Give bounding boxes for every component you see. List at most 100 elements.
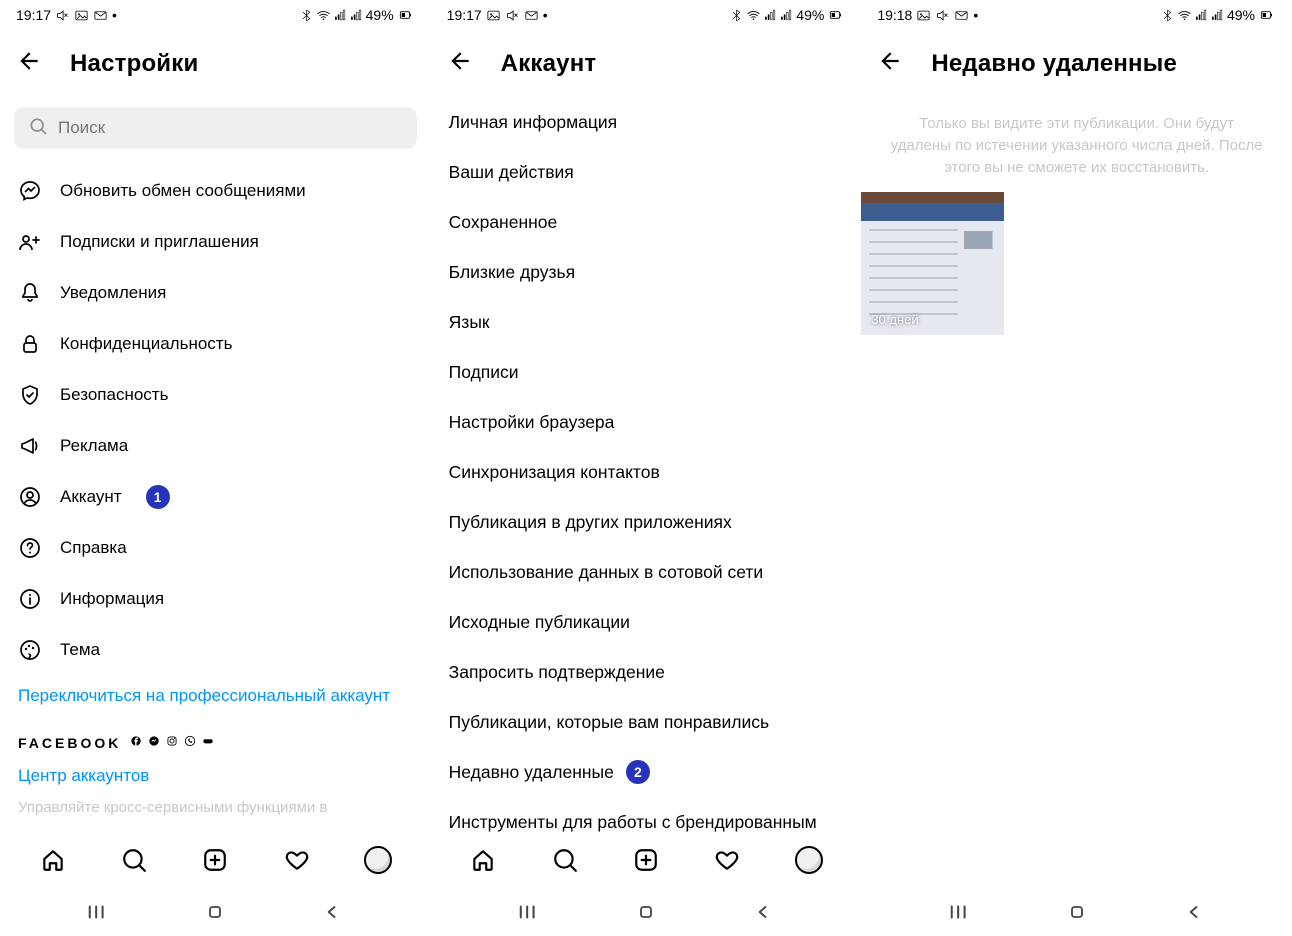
account-item[interactable]: Исходные публикации — [449, 597, 844, 647]
search-icon — [28, 116, 48, 141]
system-nav — [0, 888, 431, 936]
nav-search[interactable] — [543, 838, 587, 882]
search-input[interactable] — [58, 118, 403, 138]
account-item[interactable]: Ваши действия — [449, 147, 844, 197]
nav-add[interactable] — [624, 838, 668, 882]
settings-item-account[interactable]: Аккаунт 1 — [18, 471, 413, 522]
account-item-label: Сохраненное — [449, 212, 558, 233]
account-item-label: Недавно удаленные — [449, 762, 614, 783]
header: Настройки — [0, 30, 431, 97]
account-item-label: Инструменты для работы с брендированным — [449, 812, 817, 833]
nav-search[interactable] — [112, 838, 156, 882]
gmail-icon — [93, 8, 108, 23]
account-item[interactable]: Недавно удаленные 2 — [449, 747, 844, 797]
account-item[interactable]: Настройки браузера — [449, 397, 844, 447]
follow-icon — [18, 230, 42, 254]
sys-home[interactable] — [616, 896, 676, 928]
account-item[interactable]: Использование данных в сотовой сети — [449, 547, 844, 597]
help-icon — [18, 536, 42, 560]
mute-icon — [935, 8, 950, 23]
sys-recents[interactable] — [499, 896, 559, 928]
account-item-label: Публикация в других приложениях — [449, 512, 732, 533]
search-box[interactable] — [14, 107, 417, 149]
deleted-item[interactable]: 30 дней — [861, 192, 1004, 335]
nav-add[interactable] — [193, 838, 237, 882]
bluetooth-icon — [1161, 9, 1174, 22]
page-title: Аккаунт — [501, 50, 597, 78]
account-item-label: Публикации, которые вам понравились — [449, 712, 769, 733]
menu-item-label: Подписки и приглашения — [60, 232, 259, 252]
info-icon — [18, 587, 42, 611]
nav-profile[interactable] — [356, 838, 400, 882]
header: Аккаунт — [431, 30, 862, 97]
system-nav — [431, 888, 862, 936]
nav-profile[interactable] — [787, 838, 831, 882]
signal-icon — [780, 9, 793, 22]
account-item[interactable]: Публикация в других приложениях — [449, 497, 844, 547]
sys-back[interactable] — [733, 896, 793, 928]
menu-item-label: Безопасность — [60, 385, 168, 405]
settings-item-palette[interactable]: Тема — [18, 624, 413, 675]
settings-item-bell[interactable]: Уведомления — [18, 267, 413, 318]
nav-activity[interactable] — [705, 838, 749, 882]
page-title: Недавно удаленные — [931, 50, 1177, 78]
battery-percent: 49% — [366, 7, 394, 23]
sys-home[interactable] — [1047, 896, 1107, 928]
settings-item-messenger[interactable]: Обновить обмен сообщениями — [18, 165, 413, 216]
sys-recents[interactable] — [930, 896, 990, 928]
step-badge: 2 — [626, 760, 650, 784]
screen-account: 19:17 • 49% Аккаунт Личная информацияВаш… — [431, 0, 862, 936]
settings-item-info[interactable]: Информация — [18, 573, 413, 624]
accounts-center-link[interactable]: Центр аккаунтов — [0, 761, 431, 796]
settings-item-lock[interactable]: Конфиденциальность — [18, 318, 413, 369]
sys-home[interactable] — [185, 896, 245, 928]
sys-back[interactable] — [302, 896, 362, 928]
switch-professional-link[interactable]: Переключиться на профессиональный аккаун… — [0, 675, 431, 716]
account-item-label: Близкие друзья — [449, 262, 575, 283]
bluetooth-icon — [300, 9, 313, 22]
shield-icon — [18, 383, 42, 407]
account-item[interactable]: Сохраненное — [449, 197, 844, 247]
battery-icon — [827, 7, 843, 23]
screen-settings: 19:17 • 49% Настройки Обновить обмен соо… — [0, 0, 431, 936]
sys-back[interactable] — [1164, 896, 1224, 928]
account-item-label: Исходные публикации — [449, 612, 630, 633]
back-button[interactable] — [447, 48, 473, 79]
bluetooth-icon — [730, 9, 743, 22]
wifi-icon — [1177, 8, 1192, 23]
settings-item-follow[interactable]: Подписки и приглашения — [18, 216, 413, 267]
nav-activity[interactable] — [275, 838, 319, 882]
screen-recently-deleted: 19:18 • 49% Недавно удаленные Только вы … — [861, 0, 1292, 936]
account-item[interactable]: Запросить подтверждение — [449, 647, 844, 697]
back-button[interactable] — [16, 48, 42, 79]
status-bar: 19:17 • 49% — [431, 0, 862, 30]
nav-home[interactable] — [461, 838, 505, 882]
whatsapp-icon — [183, 734, 197, 753]
account-item[interactable]: Публикации, которые вам понравились — [449, 697, 844, 747]
settings-list: Обновить обмен сообщениями Подписки и пр… — [0, 165, 431, 675]
bottom-nav — [0, 832, 431, 888]
sys-recents[interactable] — [68, 896, 128, 928]
messenger-icon — [147, 734, 161, 753]
account-item[interactable]: Язык — [449, 297, 844, 347]
menu-item-label: Аккаунт — [60, 487, 122, 507]
back-button[interactable] — [877, 48, 903, 79]
messenger-icon — [18, 179, 42, 203]
nav-home[interactable] — [31, 838, 75, 882]
status-time: 19:17 — [16, 7, 51, 23]
account-item[interactable]: Близкие друзья — [449, 247, 844, 297]
settings-item-shield[interactable]: Безопасность — [18, 369, 413, 420]
settings-item-help[interactable]: Справка — [18, 522, 413, 573]
battery-percent: 49% — [796, 7, 824, 23]
mute-icon — [505, 8, 520, 23]
avatar-icon — [795, 846, 823, 874]
account-item[interactable]: Синхронизация контактов — [449, 447, 844, 497]
account-item-label: Настройки браузера — [449, 412, 615, 433]
account-item[interactable]: Личная информация — [449, 97, 844, 147]
account-item[interactable]: Подписи — [449, 347, 844, 397]
settings-item-megaphone[interactable]: Реклама — [18, 420, 413, 471]
account-item[interactable]: Инструменты для работы с брендированным — [449, 797, 844, 832]
account-item-label: Язык — [449, 312, 490, 333]
image-icon — [486, 8, 501, 23]
facebook-label: FACEBOOK — [18, 735, 121, 751]
